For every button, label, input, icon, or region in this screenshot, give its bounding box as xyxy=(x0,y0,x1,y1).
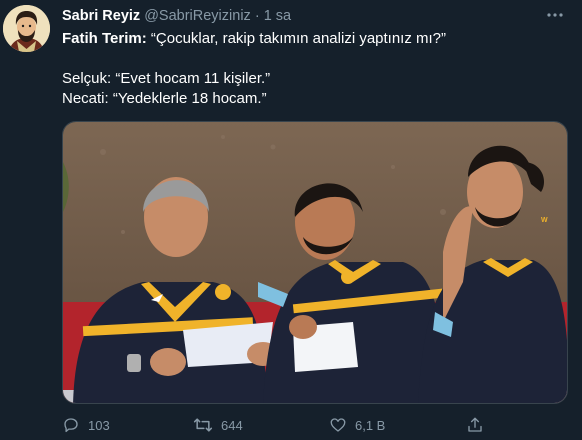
quote-text: “Evet hocam 11 kişiler.” xyxy=(115,70,271,87)
svg-text:W: W xyxy=(541,217,548,224)
like-count: 6,1 B xyxy=(355,417,386,433)
speaker-label: Necati: xyxy=(62,90,109,107)
text-line: Fatih Terim: “Çocuklar, rakip takımın an… xyxy=(62,29,562,49)
tweet-photo[interactable]: W xyxy=(62,121,568,404)
avatar-illustration-icon xyxy=(3,5,50,52)
avatar[interactable] xyxy=(3,5,50,52)
share-icon xyxy=(468,417,482,432)
heart-icon xyxy=(330,418,346,432)
speaker-label: Fatih Terim: xyxy=(62,30,147,47)
quote-text: “Yedeklerle 18 hocam.” xyxy=(112,90,267,107)
tweet-actions: 103 644 6,1 B xyxy=(62,416,562,436)
tweet-header: Sabri Reyiz @SabriReyiziniz · 1 sa xyxy=(62,8,291,24)
more-dots-icon[interactable] xyxy=(546,6,564,29)
photo-illustration: W xyxy=(63,122,567,403)
like-button[interactable]: 6,1 B xyxy=(329,416,385,434)
quote-text: “Çocuklar, rakip takımın analizi yaptını… xyxy=(150,30,447,47)
speaker-label: Selçuk: xyxy=(62,70,112,87)
author-handle[interactable]: @SabriReyiziniz xyxy=(144,8,251,24)
retweet-icon xyxy=(193,418,213,432)
author-name[interactable]: Sabri Reyiz xyxy=(62,8,140,24)
retweet-count: 644 xyxy=(221,417,243,433)
reply-count: 103 xyxy=(88,417,110,433)
tweet-text: Fatih Terim: “Çocuklar, rakip takımın an… xyxy=(62,29,562,109)
reply-icon xyxy=(64,418,78,433)
text-line: Selçuk: “Evet hocam 11 kişiler.” xyxy=(62,69,562,89)
separator-dot: · xyxy=(254,8,260,24)
share-button[interactable] xyxy=(466,416,484,434)
reply-button[interactable]: 103 xyxy=(62,416,110,434)
tweet: Sabri Reyiz @SabriReyiziniz · 1 sa Fatih… xyxy=(0,0,582,440)
timestamp[interactable]: 1 sa xyxy=(264,8,291,24)
retweet-button[interactable]: 644 xyxy=(193,416,243,434)
text-line: Necati: “Yedeklerle 18 hocam.” xyxy=(62,89,562,109)
